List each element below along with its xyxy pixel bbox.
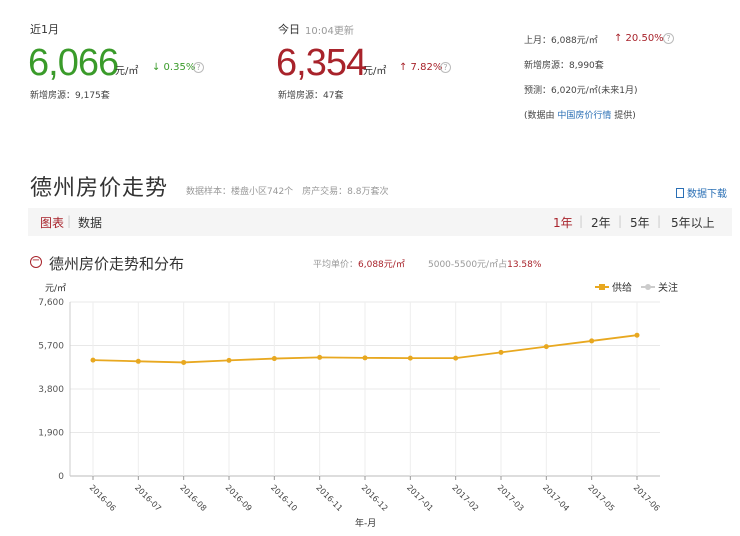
data-point bbox=[634, 332, 640, 338]
legend-marker-attention bbox=[645, 284, 651, 290]
x-tick-label: 2016-06 bbox=[88, 483, 118, 513]
period-2y[interactable]: 2年 bbox=[591, 214, 611, 231]
today-new-listings: 新增房源：47套 bbox=[278, 91, 344, 101]
legend: 供给 关注 bbox=[595, 281, 678, 294]
help-icon[interactable]: ? bbox=[440, 62, 451, 73]
help-icon[interactable]: ? bbox=[193, 62, 204, 73]
period-divider: | bbox=[618, 214, 623, 228]
x-tick-label: 2017-05 bbox=[586, 483, 616, 513]
x-tick-label: 2016-09 bbox=[224, 483, 254, 513]
today-price: 6,354 bbox=[276, 42, 367, 84]
page-title: 德州房价走势 bbox=[30, 176, 169, 201]
avg-price: 平均单价：6,088元/㎡ bbox=[313, 257, 405, 270]
x-tick-label: 2016-07 bbox=[133, 483, 163, 513]
month-label: 近1月 bbox=[30, 23, 59, 36]
avg-label: 平均单价： bbox=[313, 260, 359, 270]
period-1y[interactable]: 1年 bbox=[553, 214, 573, 231]
data-point bbox=[90, 357, 96, 363]
collapse-icon[interactable]: − bbox=[30, 256, 42, 268]
data-point bbox=[271, 356, 277, 362]
data-point bbox=[362, 355, 368, 361]
download-label: 数据下载 bbox=[687, 189, 727, 200]
data-source: (数据由 中国房价行情 提供) bbox=[524, 108, 636, 121]
legend-label-attention: 关注 bbox=[658, 281, 678, 294]
y-tick-label: 7,600 bbox=[38, 298, 64, 308]
axes: 0 1,900 3,800 5,700 7,600 2016-06 2016-07 2016-… bbox=[38, 283, 661, 529]
period-divider: | bbox=[657, 214, 662, 228]
help-icon[interactable]: ? bbox=[663, 33, 674, 44]
source-prefix: (数据由 bbox=[524, 111, 555, 121]
legend-marker-supply bbox=[599, 284, 605, 290]
data-point bbox=[407, 355, 413, 361]
x-tick-label: 2017-02 bbox=[450, 483, 480, 513]
y-tick-label: 5,700 bbox=[38, 342, 64, 352]
data-point bbox=[543, 344, 549, 350]
period-5y-plus[interactable]: 5年以上 bbox=[671, 214, 715, 231]
source-link[interactable]: 中国房价行情 bbox=[557, 111, 611, 121]
month-price: 6,066 bbox=[28, 42, 119, 84]
x-tick-label: 2017-06 bbox=[632, 483, 662, 513]
x-tick-label: 2016-12 bbox=[360, 483, 390, 513]
update-time: 10:04更新 bbox=[305, 26, 354, 37]
x-tick-label: 2017-03 bbox=[496, 483, 526, 513]
data-point bbox=[226, 357, 232, 363]
range-label: 5000-5500元/㎡占 bbox=[428, 260, 508, 270]
x-tick-label: 2016-10 bbox=[269, 483, 299, 513]
data-point bbox=[181, 359, 187, 365]
price-range: 5000-5500元/㎡占13.58% bbox=[428, 257, 541, 270]
today-unit: 元/㎡ bbox=[363, 66, 387, 77]
tab-divider: | bbox=[67, 214, 72, 228]
forecast: 预测：6,020元/㎡(未来1月) bbox=[524, 86, 638, 96]
today-label: 今日 bbox=[278, 23, 300, 36]
y-tick-label: 3,800 bbox=[38, 385, 64, 395]
x-tick-label: 2017-04 bbox=[541, 483, 571, 513]
download-link[interactable]: 数据下载 bbox=[676, 185, 727, 200]
x-tick-label: 2016-11 bbox=[314, 483, 344, 513]
period-divider: | bbox=[579, 214, 584, 228]
range-value: 13.58% bbox=[507, 260, 542, 270]
today-change: ↑ 7.82% bbox=[399, 62, 443, 73]
period-5y[interactable]: 5年 bbox=[630, 214, 650, 231]
x-tick-label: 2016-08 bbox=[178, 483, 208, 513]
y-axis-label: 元/㎡ bbox=[45, 283, 66, 294]
last-month-change: ↑ 20.50% bbox=[614, 33, 664, 44]
y-tick-label: 1,900 bbox=[38, 429, 64, 439]
legend-label-supply: 供给 bbox=[612, 281, 632, 294]
x-tick-label: 2017-01 bbox=[405, 483, 435, 513]
y-tick-label: 0 bbox=[58, 472, 64, 482]
grid bbox=[70, 301, 660, 477]
tab-data[interactable]: 数据 bbox=[78, 214, 102, 231]
data-point bbox=[135, 358, 141, 364]
data-point bbox=[317, 354, 323, 360]
source-suffix: 提供) bbox=[614, 111, 636, 121]
data-point bbox=[498, 349, 504, 355]
data-point bbox=[453, 355, 459, 361]
last-month-price: 上月：6,088元/㎡ bbox=[524, 36, 598, 46]
tab-bar: 图表 | 数据 1年 | 2年 | 5年 | 5年以上 bbox=[28, 208, 732, 236]
side-new-listings: 新增房源：8,990套 bbox=[524, 61, 604, 71]
tab-chart[interactable]: 图表 bbox=[40, 214, 64, 231]
month-unit: 元/㎡ bbox=[115, 66, 139, 77]
data-sample: 数据样本：楼盘小区742个 房产交易：8.8万套次 bbox=[186, 187, 389, 197]
download-icon bbox=[676, 188, 684, 198]
x-axis-label: 年-月 bbox=[355, 517, 376, 529]
data-point bbox=[589, 338, 595, 344]
month-new-listings: 新增房源：9,175套 bbox=[30, 91, 110, 101]
avg-value: 6,088元/㎡ bbox=[358, 260, 405, 270]
price-chart: 0 1,900 3,800 5,700 7,600 2016-06 2016-07 2016-… bbox=[38, 281, 678, 529]
month-change: ↓ 0.35% bbox=[152, 62, 196, 73]
